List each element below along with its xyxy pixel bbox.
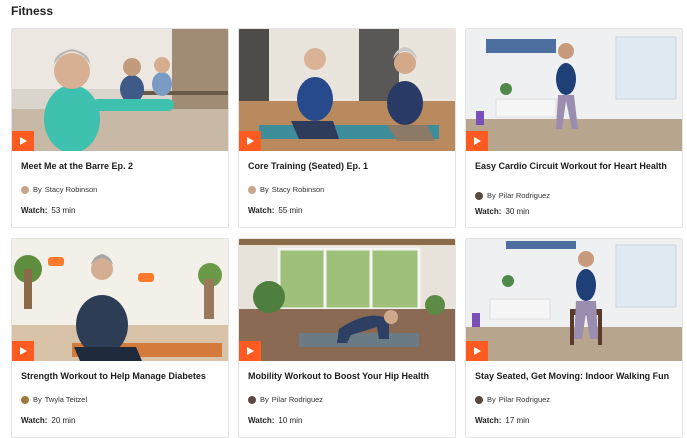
author-avatar — [475, 191, 483, 200]
video-thumbnail[interactable] — [12, 29, 228, 151]
author-avatar — [21, 395, 29, 404]
video-grid: Meet Me at the Barre Ep. 2 By Stacy Robi… — [11, 28, 683, 438]
video-thumbnail[interactable] — [239, 29, 455, 151]
video-card[interactable]: Mobility Workout to Boost Your Hip Healt… — [238, 238, 456, 438]
video-author[interactable]: By Pilar Rodriguez — [475, 191, 550, 200]
play-icon — [20, 137, 27, 145]
video-title[interactable]: Easy Cardio Circuit Workout for Heart He… — [475, 160, 674, 172]
video-title[interactable]: Mobility Workout to Boost Your Hip Healt… — [248, 370, 447, 382]
watch-duration: Watch: 20 min — [21, 416, 76, 425]
play-button[interactable] — [12, 131, 34, 151]
video-author[interactable]: By Twyla Teitzel — [21, 395, 87, 404]
author-name: Pilar Rodriguez — [498, 191, 551, 200]
watch-duration: Watch: 53 min — [21, 206, 76, 215]
video-card[interactable]: Strength Workout to Help Manage Diabetes… — [11, 238, 229, 438]
section-title: Fitness — [11, 4, 54, 18]
video-card[interactable]: Stay Seated, Get Moving: Indoor Walking … — [465, 238, 683, 438]
play-icon — [247, 347, 254, 355]
author-name: Pilar Rodriguez — [498, 395, 551, 404]
play-button[interactable] — [466, 341, 488, 361]
video-thumbnail[interactable] — [12, 239, 228, 361]
author-name: Stacy Robinson — [44, 185, 98, 194]
video-card[interactable]: Meet Me at the Barre Ep. 2 By Stacy Robi… — [11, 28, 229, 228]
play-button[interactable] — [239, 131, 261, 151]
video-thumbnail[interactable] — [239, 239, 455, 361]
watch-duration: Watch: 30 min — [475, 207, 530, 216]
author-avatar — [21, 185, 29, 194]
video-card[interactable]: Core Training (Seated) Ep. 1 By Stacy Ro… — [238, 28, 456, 228]
author-name: Twyla Teitzel — [44, 395, 88, 404]
video-author[interactable]: By Stacy Robinson — [248, 185, 324, 194]
watch-duration: Watch: 55 min — [248, 206, 303, 215]
watch-duration: Watch: 10 min — [248, 416, 303, 425]
play-button[interactable] — [466, 131, 488, 151]
author-avatar — [248, 395, 256, 404]
play-button[interactable] — [239, 341, 261, 361]
video-thumbnail[interactable] — [466, 29, 682, 151]
author-name: Pilar Rodriguez — [271, 395, 324, 404]
watch-duration: Watch: 17 min — [475, 416, 530, 425]
play-button[interactable] — [12, 341, 34, 361]
video-card[interactable]: Easy Cardio Circuit Workout for Heart He… — [465, 28, 683, 228]
video-title[interactable]: Meet Me at the Barre Ep. 2 — [21, 160, 220, 172]
video-title[interactable]: Strength Workout to Help Manage Diabetes — [21, 370, 220, 382]
play-icon — [20, 347, 27, 355]
author-name: Stacy Robinson — [271, 185, 325, 194]
play-icon — [247, 137, 254, 145]
video-title[interactable]: Stay Seated, Get Moving: Indoor Walking … — [475, 370, 674, 382]
video-author[interactable]: By Stacy Robinson — [21, 185, 97, 194]
play-icon — [474, 347, 481, 355]
play-icon — [474, 137, 481, 145]
video-author[interactable]: By Pilar Rodriguez — [248, 395, 323, 404]
author-avatar — [248, 185, 256, 194]
video-title[interactable]: Core Training (Seated) Ep. 1 — [248, 160, 447, 172]
video-author[interactable]: By Pilar Rodriguez — [475, 395, 550, 404]
video-thumbnail[interactable] — [466, 239, 682, 361]
author-avatar — [475, 395, 483, 404]
